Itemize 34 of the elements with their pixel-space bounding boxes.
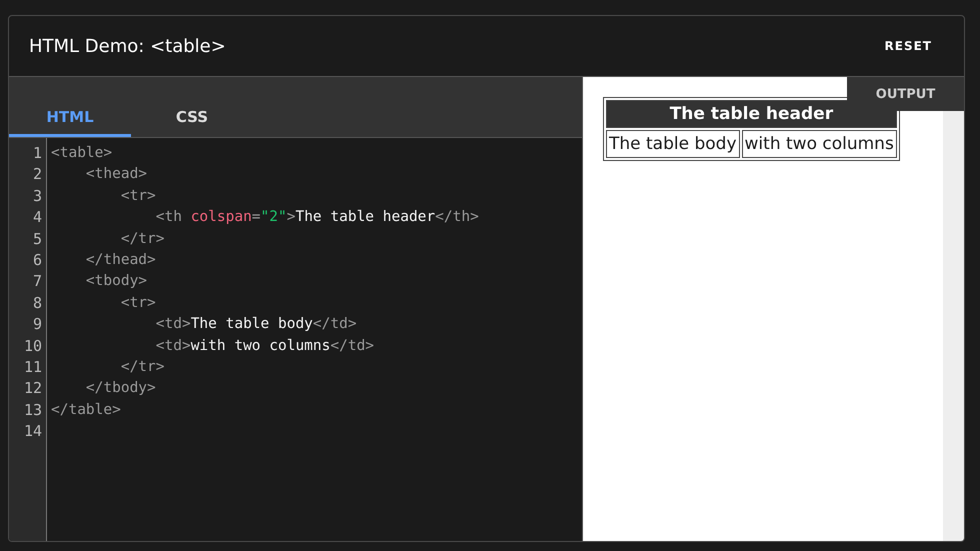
code-line: <table> (51, 144, 114, 163)
line-number: 1 (32, 143, 43, 164)
table-cell: with two columns (742, 130, 897, 158)
code-line: <td>with two columns</td> (154, 336, 376, 356)
code-line: </tr> (120, 358, 166, 377)
line-number: 3 (32, 186, 43, 207)
line-number: 9 (32, 314, 43, 336)
code-line: <thead> (84, 165, 148, 184)
line-number: 13 (22, 400, 43, 421)
line-number: 11 (22, 356, 43, 378)
line-number: 14 (22, 421, 43, 442)
code-line: </tbody> (84, 379, 157, 398)
code-line: <td>The table body</td> (154, 315, 358, 334)
editor-tab[interactable]: CSS (131, 99, 253, 137)
code-line: <tr> (120, 294, 157, 313)
table-header-cell: The table header (606, 100, 897, 128)
reset-button[interactable]: RESET (884, 35, 932, 57)
code-line: </tr> (120, 230, 166, 249)
code-line: <th colspan="2">The table header</th> (154, 208, 480, 228)
line-number: 4 (32, 207, 43, 228)
line-number: 7 (32, 271, 43, 292)
output-tab[interactable]: OUTPUT (847, 77, 964, 111)
code-line: </table> (51, 400, 122, 420)
line-number: 8 (32, 292, 43, 314)
code-line: <tbody> (84, 272, 148, 292)
line-number: 2 (32, 164, 43, 186)
demo-title: HTML Demo: <table> (29, 36, 226, 56)
line-number: 6 (32, 250, 43, 271)
code-line: <tr> (120, 186, 157, 206)
table-cell: The table body (606, 130, 740, 158)
line-number: 5 (32, 228, 43, 250)
code-line: </thead> (84, 250, 157, 270)
line-number: 12 (22, 378, 43, 400)
line-number: 10 (22, 336, 43, 357)
